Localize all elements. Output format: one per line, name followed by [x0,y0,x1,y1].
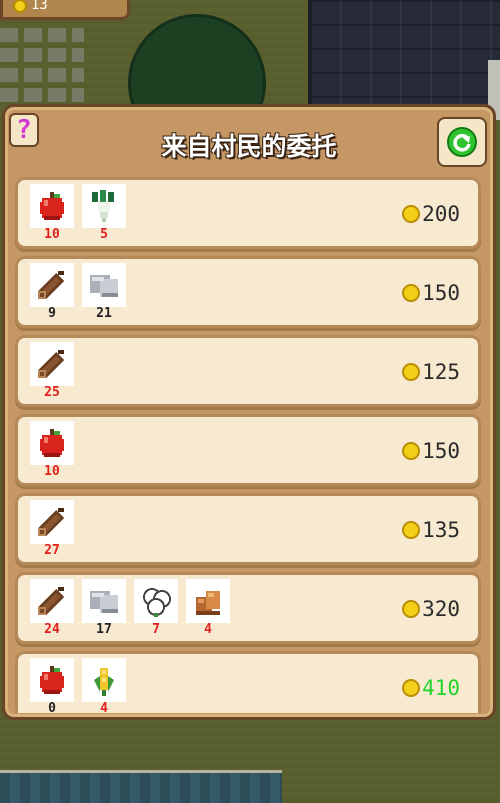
quest-row[interactable]: 25 125 [15,335,481,407]
required-item: 4 [186,579,232,637]
stone-tiles [0,22,84,102]
required-items: 04 [30,658,128,713]
apple-icon [30,658,74,702]
coin-icon [402,205,421,223]
quest-row[interactable]: 0 4 410 [15,651,481,713]
cotton-icon [134,579,178,623]
coin-counter: 13 [0,0,130,20]
item-quantity: 0 [48,701,56,714]
reward-amount: 320 [422,597,460,621]
item-quantity: 10 [44,227,60,242]
copper-ore-icon [186,579,230,623]
item-quantity: 17 [96,622,112,637]
reward-amount: 125 [422,360,460,384]
coin-icon [402,521,421,539]
item-quantity: 4 [204,622,212,637]
apple-icon [30,184,74,228]
water [0,770,282,803]
apple-icon [30,421,74,465]
required-item: 10 [30,184,76,242]
reward-amount: 135 [422,518,460,542]
reward: 150 [402,439,460,463]
required-items: 9 21 [30,263,128,321]
reward: 320 [402,597,460,621]
required-items: 27 [30,500,76,558]
item-quantity: 9 [48,306,56,321]
building [308,0,500,120]
villager-requests-panel: ? 来自村民的委托 10 5 200 9 21 150 25 125 10 150 27 135 24 1… [2,104,496,720]
required-item: 24 [30,579,76,637]
coin-icon [402,442,421,460]
item-quantity: 21 [96,306,112,321]
required-item: 7 [134,579,180,637]
wood-log-icon [30,579,74,623]
coin-icon [402,363,421,381]
item-quantity: 10 [44,464,60,479]
item-quantity: 25 [44,385,60,400]
refresh-button[interactable] [437,117,487,167]
refresh-icon [447,127,477,157]
required-item: 17 [82,579,128,637]
reward-amount: 200 [422,202,460,226]
panel-title: 来自村民的委托 [161,132,337,161]
quest-row[interactable]: 24 17 7 4 320 [15,572,481,644]
required-item: 4 [82,658,128,713]
reward: 410 [402,676,460,700]
item-quantity: 7 [152,622,160,637]
required-items: 24 17 7 4 [30,579,232,637]
required-item: 25 [30,342,76,400]
item-quantity: 27 [44,543,60,558]
required-item: 0 [30,658,76,713]
required-item: 5 [82,184,128,242]
item-quantity: 24 [44,622,60,637]
corn-icon [82,658,126,702]
coin-count: 13 [31,0,48,13]
reward: 200 [402,202,460,226]
quest-row[interactable]: 9 21 150 [15,256,481,328]
coin-icon [13,0,27,13]
wood-log-icon [30,263,74,307]
wood-log-icon [30,500,74,544]
item-quantity: 5 [100,227,108,242]
required-item: 27 [30,500,76,558]
stone-icon [82,263,126,307]
required-item: 21 [82,263,128,321]
quest-row[interactable]: 10 5 200 [15,177,481,249]
reward-amount: 150 [422,439,460,463]
coin-icon [402,600,421,618]
reward-amount: 150 [422,281,460,305]
item-quantity: 4 [100,701,108,714]
wood-log-icon [30,342,74,386]
coin-icon [402,679,421,697]
reward: 150 [402,281,460,305]
quest-row[interactable]: 27 135 [15,493,481,565]
required-item: 9 [30,263,76,321]
required-items: 25 [30,342,76,400]
radish-icon [82,184,126,228]
required-items: 10 [30,421,76,479]
quest-row[interactable]: 10 150 [15,414,481,486]
required-item: 10 [30,421,76,479]
reward: 125 [402,360,460,384]
reward: 135 [402,518,460,542]
required-items: 10 5 [30,184,128,242]
reward-amount: 410 [422,676,460,700]
quest-list[interactable]: 10 5 200 9 21 150 25 125 10 150 27 135 24 17 7 4 320 0 4 41… [15,177,483,713]
coin-icon [402,284,421,302]
stone-icon [82,579,126,623]
